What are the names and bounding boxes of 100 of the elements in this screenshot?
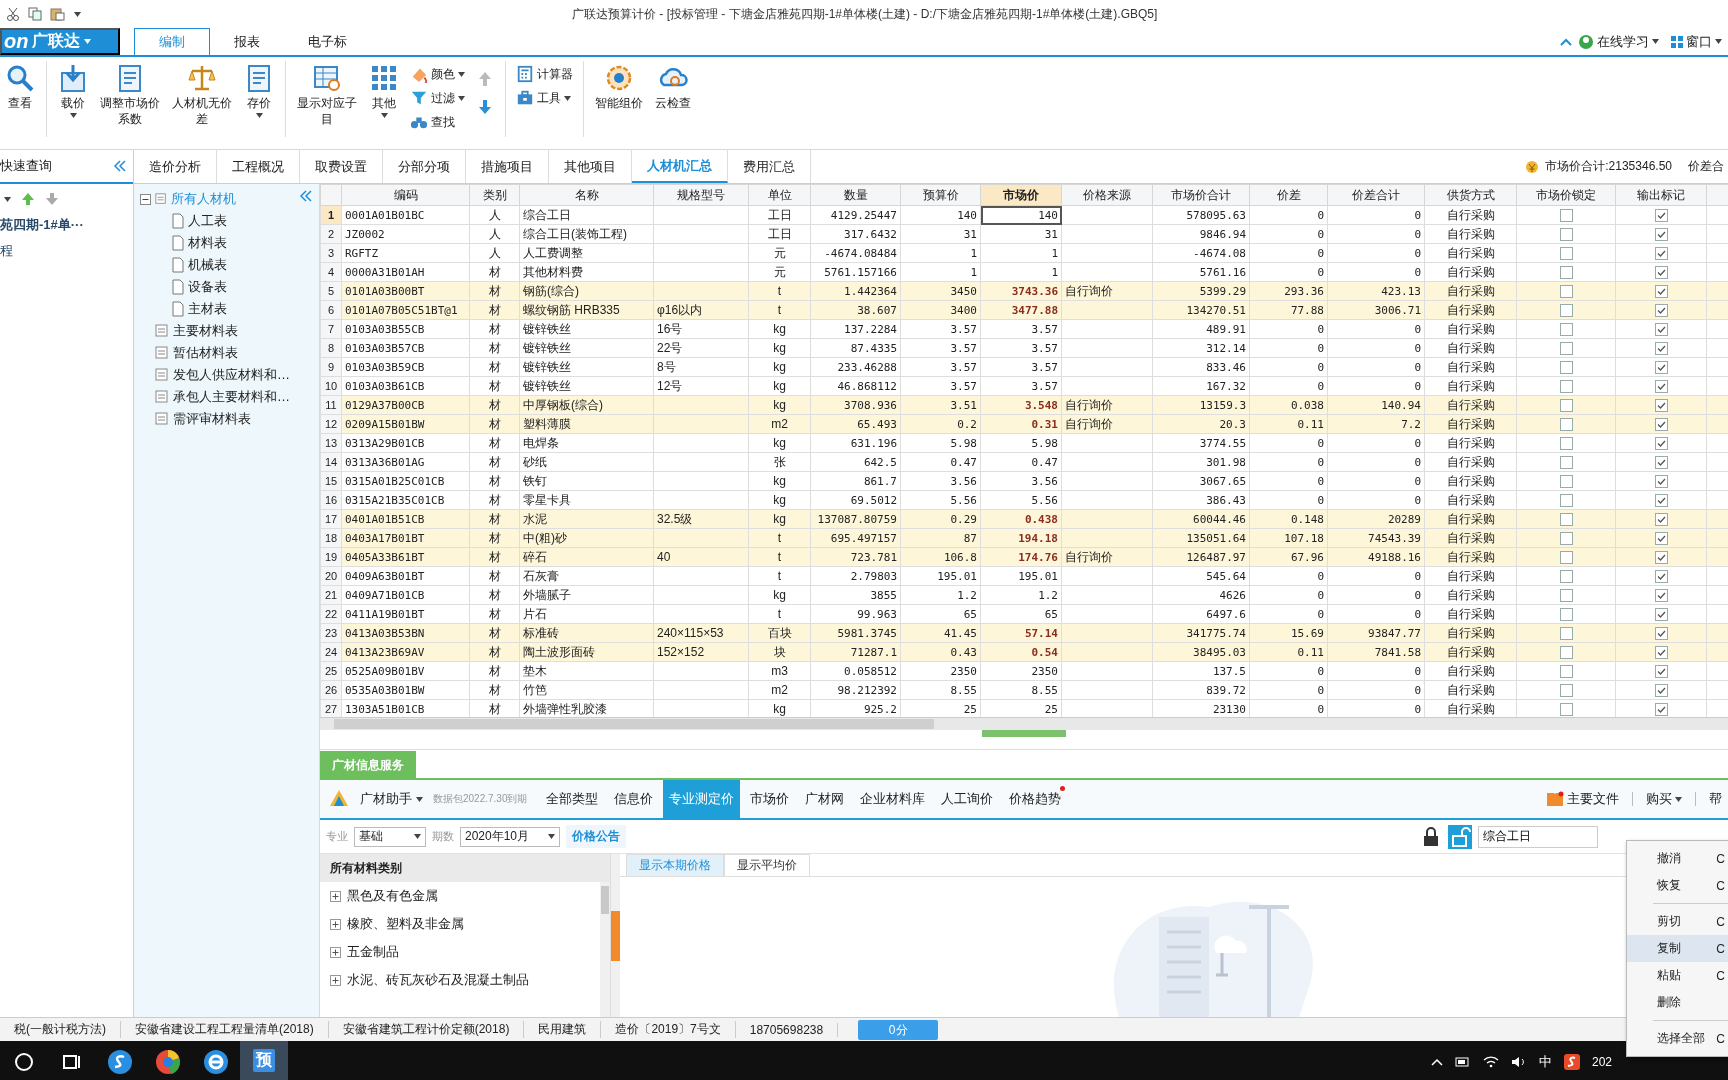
checkbox[interactable]	[1559, 360, 1573, 374]
price-type-tab[interactable]: 信息价	[607, 780, 659, 818]
tree-item[interactable]: 暂估材料表	[173, 344, 238, 362]
project-item[interactable]: 程	[0, 236, 133, 266]
price-type-tab[interactable]: 价格趋势	[1002, 780, 1067, 818]
ribbon-button[interactable]: 人材机无价差	[167, 61, 237, 129]
menu-item[interactable]: 粘贴 C	[1627, 962, 1728, 989]
checkbox[interactable]	[1654, 626, 1668, 640]
ribbon-button[interactable]: 云检查	[650, 61, 696, 113]
checkbox[interactable]	[1654, 227, 1668, 241]
input-method-indicator[interactable]: 中	[1538, 1052, 1552, 1071]
tree-item[interactable]: 人工表	[188, 212, 227, 230]
checkbox[interactable]	[1559, 569, 1573, 583]
ribbon-button[interactable]: 其他	[364, 61, 404, 120]
scissors-icon[interactable]	[6, 7, 20, 21]
ribbon-button[interactable]: 查找	[406, 111, 469, 133]
ribbon-button[interactable]: 智能组价	[590, 61, 648, 113]
tree-item[interactable]: 发包人供应材料和…	[173, 366, 290, 384]
vertical-scrollbar[interactable]	[600, 882, 610, 1017]
checkbox[interactable]	[1559, 379, 1573, 393]
price-tab[interactable]: 显示平均价	[724, 854, 810, 876]
checkbox[interactable]	[1654, 645, 1668, 659]
checkbox[interactable]	[1654, 417, 1668, 431]
checkbox[interactable]	[1559, 417, 1573, 431]
ribbon-button[interactable]: 计算器	[512, 63, 577, 85]
checkbox[interactable]	[1559, 474, 1573, 488]
column-header[interactable]: 市场价合计	[1152, 184, 1250, 206]
checkbox[interactable]	[1559, 702, 1573, 716]
checkbox[interactable]	[1654, 284, 1668, 298]
tree-item[interactable]: 主材表	[188, 300, 227, 318]
column-header[interactable]: 输出标记	[1615, 184, 1707, 206]
checkbox[interactable]	[1654, 360, 1668, 374]
help-button[interactable]: 帮	[1703, 789, 1728, 809]
tree-item[interactable]: 材料表	[188, 234, 227, 252]
column-header[interactable]: 供货方式	[1424, 184, 1517, 206]
checkbox[interactable]	[1654, 493, 1668, 507]
ribbon-tab[interactable]: 电子标	[284, 28, 371, 55]
checkbox[interactable]	[1559, 664, 1573, 678]
price-type-tab[interactable]: 企业材料库	[853, 780, 931, 818]
column-header[interactable]: 数量	[810, 184, 901, 206]
checkbox[interactable]	[1654, 455, 1668, 469]
column-header[interactable]: 价格来源	[1061, 184, 1153, 206]
expand-icon[interactable]	[330, 890, 341, 902]
category-item[interactable]: 水泥、砖瓦灰砂石及混凝土制品	[347, 971, 529, 989]
checkbox[interactable]	[1559, 683, 1573, 697]
specialty-dropdown[interactable]: 基础	[354, 826, 426, 847]
checkbox[interactable]	[1654, 341, 1668, 355]
search-field[interactable]: 综合工日	[1478, 825, 1598, 848]
project-item[interactable]: 苑四期-1#单···	[0, 214, 133, 236]
checkbox[interactable]	[1654, 550, 1668, 564]
checkbox[interactable]	[1559, 512, 1573, 526]
column-header[interactable]: 市场价	[980, 184, 1062, 206]
column-header[interactable]: 单位	[748, 184, 811, 206]
checkbox[interactable]	[1559, 550, 1573, 564]
splitter-handle[interactable]	[982, 730, 1066, 737]
checkbox[interactable]	[1559, 455, 1573, 469]
checkbox[interactable]	[1654, 512, 1668, 526]
browser-icon[interactable]	[155, 1048, 181, 1075]
checkbox[interactable]	[1654, 531, 1668, 545]
ribbon-button[interactable]: 调整市场价系数	[95, 61, 165, 129]
menu-item[interactable]: 撤消 C	[1627, 845, 1728, 872]
app-icon[interactable]	[1563, 1053, 1580, 1070]
column-header[interactable]: 市场价锁定	[1516, 184, 1616, 206]
checkbox[interactable]	[1654, 702, 1668, 716]
checkbox[interactable]	[1654, 265, 1668, 279]
category-item[interactable]: 五金制品	[347, 943, 399, 961]
expand-icon[interactable]	[330, 946, 341, 958]
ribbon-tab[interactable]: 编制	[134, 28, 210, 55]
expand-icon[interactable]	[330, 918, 341, 930]
ribbon-button[interactable]: 颜色	[406, 63, 469, 85]
checkbox[interactable]	[1654, 436, 1668, 450]
paste-icon[interactable]	[50, 7, 66, 21]
checkbox[interactable]	[1559, 341, 1573, 355]
online-learning-button[interactable]: 在线学习	[1572, 28, 1665, 55]
checkbox[interactable]	[1559, 246, 1573, 260]
ribbon-button[interactable]: 显示对应子目	[292, 61, 362, 129]
menu-item[interactable]: 恢复 C	[1627, 872, 1728, 899]
horizontal-scrollbar[interactable]	[320, 717, 1728, 730]
window-menu-button[interactable]: 窗口	[1665, 28, 1728, 55]
menu-item[interactable]: 剪切 C	[1627, 908, 1728, 935]
wifi-icon[interactable]	[1482, 1055, 1499, 1068]
column-header[interactable]: 类别	[469, 184, 520, 206]
column-header[interactable]: 规格型号	[653, 184, 749, 206]
column-header[interactable]: 名称	[519, 184, 654, 206]
checkbox[interactable]	[1559, 227, 1573, 241]
checkbox[interactable]	[1559, 265, 1573, 279]
checkbox[interactable]	[1559, 493, 1573, 507]
checkbox[interactable]	[1654, 246, 1668, 260]
checkbox[interactable]	[1654, 569, 1668, 583]
price-type-tab[interactable]: 人工询价	[934, 780, 999, 818]
view-tab[interactable]: 人材机汇总	[632, 150, 728, 183]
checkbox[interactable]	[1559, 645, 1573, 659]
checkbox[interactable]	[1559, 436, 1573, 450]
checkbox[interactable]	[1559, 626, 1573, 640]
menu-item[interactable]: 选择全部 C	[1627, 1025, 1728, 1052]
ribbon-button[interactable]: 过滤	[406, 87, 469, 109]
collapse-icon[interactable]	[140, 193, 151, 205]
ribbon-button[interactable]: 查看	[0, 61, 40, 113]
ribbon-button[interactable]: 载价	[53, 61, 93, 120]
checkbox[interactable]	[1559, 398, 1573, 412]
